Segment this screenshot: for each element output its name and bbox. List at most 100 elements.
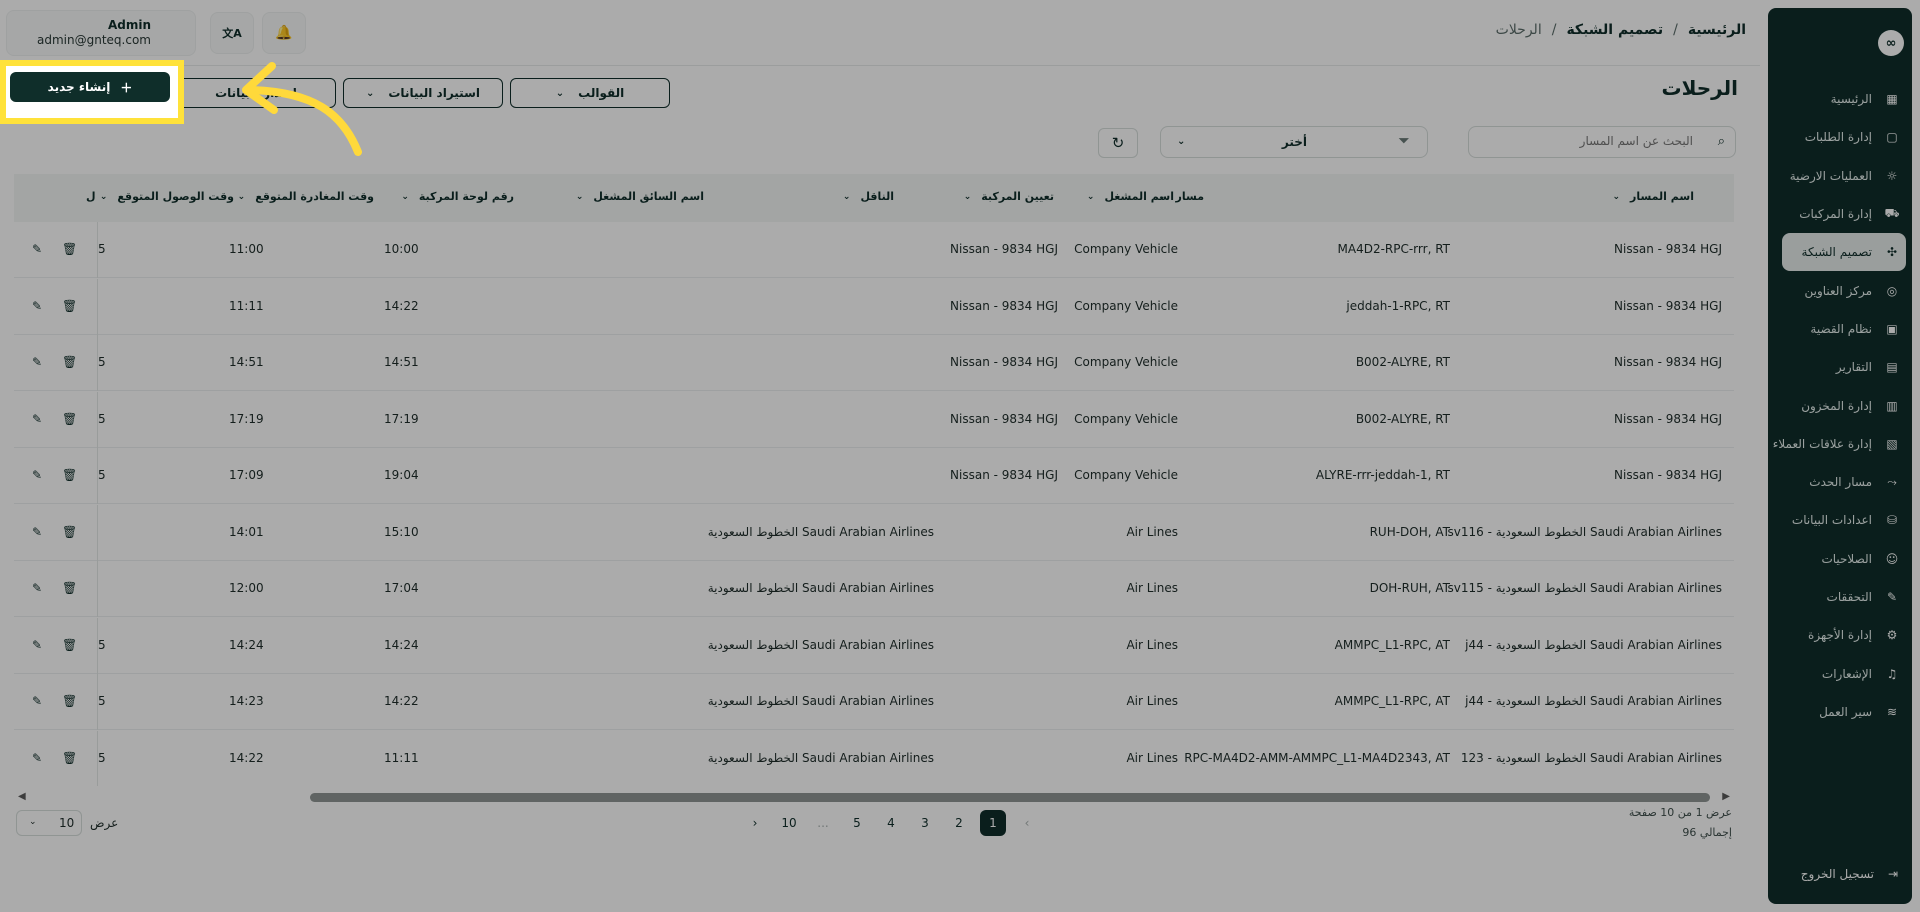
page-button[interactable]: 5 [844,810,870,836]
breadcrumb-network-design[interactable]: تصميم الشبكة [1566,22,1663,38]
event-path-icon: ⤳ [1887,474,1897,489]
app-logo: ∞ [1878,30,1904,56]
templates-dropdown[interactable]: ⌄ القوالب [510,78,670,108]
next-page-button[interactable]: › [742,810,768,836]
column-header[interactable]: اسم السائق المشغل ⌄ [576,190,704,203]
bell-icon: ♫ [1886,666,1898,681]
breadcrumb-home[interactable]: الرئيسية [1688,22,1746,38]
cell-operator: Air Lines [1126,524,1178,539]
delete-icon[interactable]: 🗑 [62,299,77,313]
sidebar-item[interactable]: التقارير ▤ [1768,348,1912,386]
cell-operator: Air Lines [1126,637,1178,652]
cell-arr: 11:00 [229,242,264,256]
edit-icon[interactable]: ✎ [32,468,42,482]
delete-icon[interactable]: 🗑 [62,242,77,256]
cell-vehicle: Nissan - 9834 HGJ [950,298,1058,313]
page-button[interactable]: 3 [912,810,938,836]
delete-icon[interactable]: 🗑 [62,468,77,482]
delete-icon[interactable]: 🗑 [62,355,77,369]
filter-icon: ⏷ [1398,134,1409,149]
crm-icon: ▧ [1886,436,1898,451]
user-menu[interactable]: Admin admin@gnteq.com [6,10,196,56]
sidebar-item[interactable]: إدارة المركبات ⛟ [1768,195,1912,233]
cell-route-name: sv115 - الخطوط السعودية Saudi Arabian Ai… [1447,581,1722,595]
search-input[interactable] [1479,133,1695,149]
sidebar-item[interactable]: الصلاحيات ☺ [1768,540,1912,578]
prev-page-button[interactable]: ‹ [1014,810,1040,836]
sidebar-item[interactable]: تصميم الشبكة ✣ [1782,233,1906,272]
edit-icon[interactable]: ✎ [32,581,42,595]
column-header[interactable]: اسم المسار ⌄ [1612,190,1694,203]
cell-route-name: j44 - الخطوط السعودية Saudi Arabian Airl… [1465,637,1722,652]
sidebar-item[interactable]: العمليات الارضية ☼ [1768,157,1912,195]
per-page-value: 10 [59,816,75,830]
sidebar-item[interactable]: اعدادات البيانات ⛁ [1768,501,1912,539]
cell-route-name: Nissan - 9834 HGJ [1614,355,1722,369]
sidebar-item[interactable]: مركز العناوين ◎ [1768,271,1912,309]
cell-path: jeddah-1-RPC, RT [1346,298,1450,313]
sidebar-item[interactable]: الإشعارات ♫ [1768,654,1912,692]
cell-route-name: Nissan - 9834 HGJ [1614,411,1722,426]
page-button[interactable]: 4 [878,810,904,836]
sidebar-item[interactable]: إدارة علاقات العملاء ▧ [1768,425,1912,463]
cell-path: B002-ALYRE, RT [1355,411,1450,426]
sidebar-item[interactable]: نظام القضية ▣ [1768,310,1912,348]
sidebar-item-label: التحققات [1826,590,1872,604]
column-header[interactable]: تعيين المركبة ⌄ [964,190,1054,203]
scrollbar-thumb[interactable] [310,793,1710,802]
cell-arr: 14:23 [229,694,264,708]
sidebar-item[interactable]: إدارة الأجهزة ⚙ [1768,616,1912,654]
cell-path: DOH-RUH, AT [1369,581,1450,595]
horizontal-scrollbar[interactable]: ◀ ▶ [18,790,1730,804]
delete-icon[interactable]: 🗑 [62,412,77,426]
table-row: sv115 - الخطوط السعودية Saudi Arabian Ai… [14,561,1734,617]
sidebar-item[interactable]: مسار الحدث ⤳ [1768,463,1912,501]
filter-select[interactable]: ⏷ أختر ⌄ [1160,126,1428,158]
delete-icon[interactable]: 🗑 [62,638,77,652]
page-button[interactable]: 10 [776,810,802,836]
scroll-left-icon[interactable]: ◀ [18,791,26,802]
edit-icon[interactable]: ✎ [32,638,42,652]
edit-icon[interactable]: ✎ [32,525,42,539]
page-button[interactable]: 1 [980,810,1006,836]
cell-dep: 14:51 [384,355,419,369]
delete-icon[interactable]: 🗑 [62,694,77,708]
edit-icon[interactable]: ✎ [32,242,42,256]
sidebar-item[interactable]: إدارة الطلبات ▢ [1768,118,1912,156]
edit-icon[interactable]: ✎ [32,355,42,369]
refresh-button[interactable]: ↻ [1098,128,1138,158]
sidebar-item[interactable]: الرئيسية ▦ [1768,80,1912,118]
column-header[interactable]: وقت الوصول المتوقع ⌄ [100,190,234,203]
page-title: الرحلات [1661,76,1738,100]
notifications-button[interactable]: 🔔 [262,12,306,54]
delete-icon[interactable]: 🗑 [62,751,77,765]
column-header[interactable]: رقم لوحة المركبة ⌄ [401,190,514,203]
edit-icon[interactable]: ✎ [32,299,42,313]
column-header[interactable]: اسم المشغل ⌄ [1087,190,1174,203]
edit-icon[interactable]: ✎ [32,694,42,708]
column-header[interactable]: ل [86,190,96,203]
delete-icon[interactable]: 🗑 [62,525,77,539]
edit-icon[interactable]: ✎ [32,412,42,426]
edit-icon[interactable]: ✎ [32,751,42,765]
create-new-button[interactable]: إنشاء جديد ＋ [10,72,170,102]
table-row: 123 - الخطوط السعودية Saudi Arabian Airl… [14,730,1734,786]
pagination-total: إجمالي 96 [1682,826,1732,839]
per-page-select[interactable]: 10 ⌄ [16,810,82,836]
row-actions: ✎ 🗑 [14,730,98,786]
scroll-right-icon[interactable]: ▶ [1722,791,1730,802]
bell-icon: 🔔 [275,25,293,41]
column-header[interactable]: وقت المغادرة المتوقع ⌄ [238,190,374,203]
column-header[interactable]: الناقل ⌄ [843,190,894,203]
chevron-down-icon: ⌄ [237,191,246,202]
delete-icon[interactable]: 🗑 [62,581,77,595]
cell-path: B002-ALYRE, RT [1355,355,1450,369]
page-button[interactable]: 2 [946,810,972,836]
translate-button[interactable]: 文A [210,12,254,54]
network-icon: ✣ [1886,245,1898,260]
sidebar-item[interactable]: إدارة المخزون ▥ [1768,386,1912,424]
sidebar-item[interactable]: سير العمل ≋ [1768,693,1912,731]
logout-button[interactable]: تسجيل الخروج ⇥ [1768,854,1912,894]
sidebar-item[interactable]: التحققات ✎ [1768,578,1912,616]
highlight-frame: إنشاء جديد ＋ [0,60,184,124]
